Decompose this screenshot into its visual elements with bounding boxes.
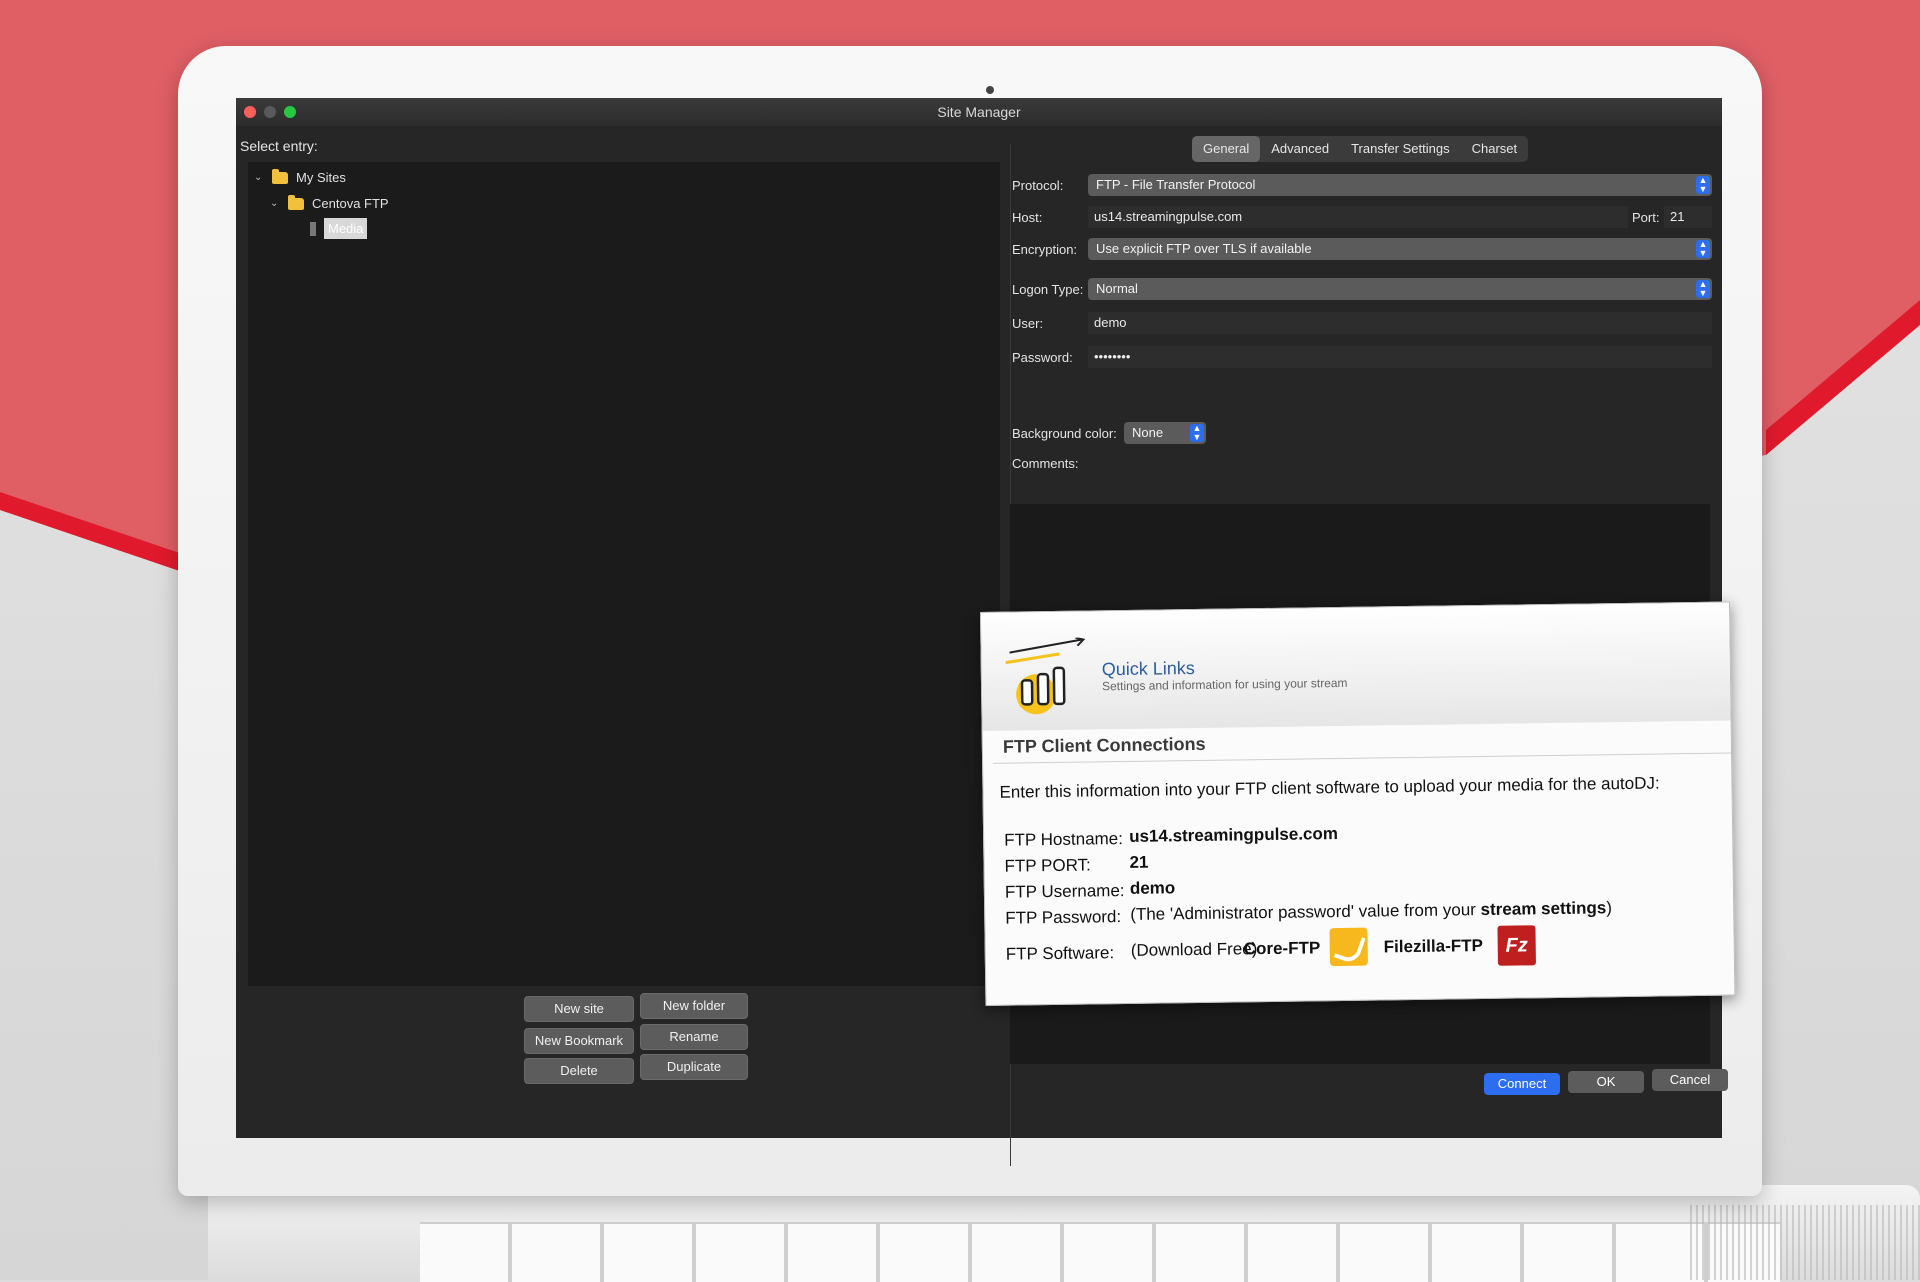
chevron-down-icon[interactable]: ⌄ <box>270 198 280 209</box>
ftp-intro-text: Enter this information into your FTP cli… <box>999 773 1660 802</box>
protocol-value: FTP - File Transfer Protocol <box>1096 177 1256 192</box>
background-color-label: Background color: <box>1012 426 1117 441</box>
tree-item-media[interactable]: Media <box>310 218 368 239</box>
new-site-button[interactable]: New site <box>524 996 634 1022</box>
core-ftp-icon[interactable] <box>1329 927 1368 967</box>
background-color-value: None <box>1132 425 1164 440</box>
ftp-password-text: (The 'Administrator password' value from… <box>1130 900 1477 924</box>
tree-item-label: Centova FTP <box>312 196 389 211</box>
connect-button[interactable]: Connect <box>1484 1073 1560 1095</box>
ftp-password-close: ) <box>1606 898 1613 918</box>
bar-chart-icon <box>1005 637 1086 715</box>
ftp-port-value: 21 <box>1129 852 1149 872</box>
user-label: User: <box>1012 316 1044 331</box>
select-arrows-icon: ▲ ▼ <box>1696 240 1710 258</box>
ftp-username-label: FTP Username: <box>1004 881 1125 902</box>
site-icon <box>310 221 316 236</box>
tab-transfer-settings[interactable]: Transfer Settings <box>1340 136 1461 162</box>
quick-links-title: Quick Links <box>1101 658 1195 680</box>
ftp-hostname-label: FTP Hostname: <box>1004 829 1124 850</box>
folder-icon <box>272 168 288 184</box>
port-label: Port: <box>1632 210 1660 225</box>
laptop-speaker-grille <box>1690 1205 1920 1280</box>
ftp-port-label: FTP PORT: <box>1004 855 1091 876</box>
select-arrows-icon: ▲ ▼ <box>1190 424 1204 442</box>
core-ftp-link[interactable]: Core-FTP <box>1244 938 1321 959</box>
host-label: Host: <box>1012 210 1043 225</box>
logon-type-value: Normal <box>1096 281 1138 296</box>
camera-icon <box>986 86 994 94</box>
encryption-value: Use explicit FTP over TLS if available <box>1096 241 1312 256</box>
protocol-select[interactable]: FTP - File Transfer Protocol ▲ ▼ <box>1088 174 1712 196</box>
filezilla-ftp-link[interactable]: Filezilla-FTP <box>1384 936 1483 957</box>
chevron-down-icon[interactable]: ⌄ <box>254 172 264 183</box>
select-arrows-icon: ▲ ▼ <box>1696 280 1710 298</box>
window-titlebar: Site Manager <box>236 98 1722 127</box>
logon-type-select[interactable]: Normal ▲ ▼ <box>1088 278 1712 300</box>
ftp-hostname-value: us14.streamingpulse.com <box>1129 824 1339 846</box>
tree-item-label: My Sites <box>296 170 346 185</box>
download-free-text: (Download Free) <box>1130 939 1258 960</box>
tree-item-my-sites[interactable]: ⌄ My Sites <box>254 168 346 185</box>
ok-button[interactable]: OK <box>1568 1071 1644 1093</box>
protocol-label: Protocol: <box>1012 178 1064 193</box>
rename-button[interactable]: Rename <box>640 1024 748 1050</box>
laptop-keyboard <box>420 1222 1780 1282</box>
host-input[interactable]: us14.streamingpulse.com <box>1088 206 1628 228</box>
stream-settings-link[interactable]: stream settings <box>1480 898 1606 919</box>
tab-advanced[interactable]: Advanced <box>1260 136 1340 162</box>
cancel-button[interactable]: Cancel <box>1652 1069 1728 1091</box>
new-bookmark-button[interactable]: New Bookmark <box>524 1028 634 1054</box>
settings-tabs: General Advanced Transfer Settings Chars… <box>1192 136 1529 162</box>
ftp-password-value: (The 'Administrator password' value from… <box>1130 898 1612 925</box>
filezilla-icon[interactable]: Fz <box>1497 925 1536 966</box>
background-color-select[interactable]: None ▲ ▼ <box>1124 422 1206 444</box>
new-folder-button[interactable]: New folder <box>640 993 748 1019</box>
ftp-username-value: demo <box>1129 878 1176 898</box>
logon-type-label: Logon Type: <box>1012 282 1084 297</box>
encryption-label: Encryption: <box>1012 242 1078 257</box>
window-title: Site Manager <box>937 104 1021 120</box>
tree-item-centova-ftp[interactable]: ⌄ Centova FTP <box>270 194 389 211</box>
ftp-software-label: FTP Software: <box>1005 943 1115 964</box>
ftp-client-connections-title: FTP Client Connections <box>1002 733 1206 757</box>
tab-charset[interactable]: Charset <box>1461 136 1529 162</box>
folder-icon <box>288 194 304 210</box>
quick-links-subtitle: Settings and information for using your … <box>1101 675 1348 694</box>
tab-general[interactable]: General <box>1192 136 1261 162</box>
port-input[interactable]: 21 <box>1664 206 1712 228</box>
tree-item-label: Media <box>324 218 368 239</box>
quick-links-header: Quick Links Settings and information for… <box>981 602 1731 731</box>
duplicate-button[interactable]: Duplicate <box>640 1054 748 1080</box>
password-label: Password: <box>1012 350 1073 365</box>
comments-label: Comments: <box>1012 456 1079 471</box>
password-input[interactable]: •••••••• <box>1088 346 1712 368</box>
site-tree[interactable]: ⌄ My Sites ⌄ Centova FTP Media <box>248 162 1000 986</box>
delete-button[interactable]: Delete <box>524 1058 634 1084</box>
quick-links-card: Quick Links Settings and information for… <box>980 601 1736 1006</box>
select-arrows-icon: ▲ ▼ <box>1696 176 1710 194</box>
select-entry-label: Select entry: <box>240 138 318 154</box>
ftp-password-label: FTP Password: <box>1005 907 1122 928</box>
user-input[interactable]: demo <box>1088 312 1712 334</box>
encryption-select[interactable]: Use explicit FTP over TLS if available ▲… <box>1088 238 1712 260</box>
